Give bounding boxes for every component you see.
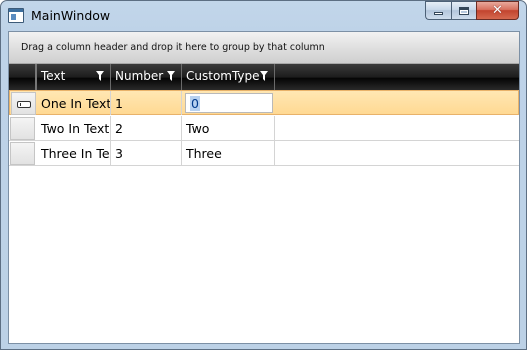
column-header-text[interactable]: Text [37, 64, 111, 90]
cell-number[interactable]: 3 [111, 141, 182, 165]
minimize-button[interactable] [425, 1, 451, 20]
table-row[interactable]: Three In Text 3 Three [9, 141, 519, 166]
selected-text: 0 [190, 96, 200, 111]
maximize-button[interactable] [451, 1, 476, 20]
minimize-icon [434, 12, 443, 15]
table-row[interactable]: Two In Text 2 Two [9, 116, 519, 141]
column-header-label: CustomType [186, 69, 260, 83]
filter-icon[interactable] [96, 71, 104, 81]
close-button[interactable]: ✕ [476, 1, 519, 20]
maximize-icon [459, 6, 469, 15]
group-panel[interactable]: Drag a column header and drop it here to… [9, 32, 519, 64]
cell-customtype[interactable]: Three [182, 141, 275, 165]
app-icon[interactable] [8, 8, 24, 23]
cell-text[interactable]: Two In Text [37, 116, 111, 140]
row-header-column [9, 64, 37, 90]
cell-customtype[interactable]: Two [182, 116, 275, 140]
grid-header: Text Number CustomType [9, 64, 519, 90]
column-header-label: Number [115, 69, 164, 83]
column-header-customtype[interactable]: CustomType [182, 64, 275, 90]
filter-icon[interactable] [260, 71, 268, 81]
caption-buttons: ✕ [425, 1, 519, 21]
row-header[interactable] [10, 117, 35, 140]
table-row-current[interactable]: One In Text 1 0 [9, 90, 519, 115]
close-icon: ✕ [492, 3, 503, 18]
cell-text[interactable]: Three In Text [37, 141, 111, 165]
cell-number[interactable]: 2 [111, 116, 182, 140]
cell-text[interactable]: One In Text [37, 91, 111, 115]
column-header-number[interactable]: Number [111, 64, 182, 90]
row-header[interactable] [10, 142, 35, 165]
customtype-editor-input[interactable]: 0 [185, 93, 273, 113]
grid-view: Drag a column header and drop it here to… [8, 31, 520, 344]
title-bar[interactable]: MainWindow ✕ [1, 1, 526, 31]
cell-number[interactable]: 1 [111, 91, 182, 115]
window-title: MainWindow [31, 8, 111, 23]
filter-icon[interactable] [167, 71, 175, 81]
group-panel-hint: Drag a column header and drop it here to… [21, 42, 325, 53]
edit-indicator-icon [17, 101, 31, 108]
column-header-label: Text [41, 69, 66, 83]
main-window: MainWindow ✕ Drag a column header and dr… [0, 0, 527, 350]
row-header[interactable] [11, 92, 36, 115]
